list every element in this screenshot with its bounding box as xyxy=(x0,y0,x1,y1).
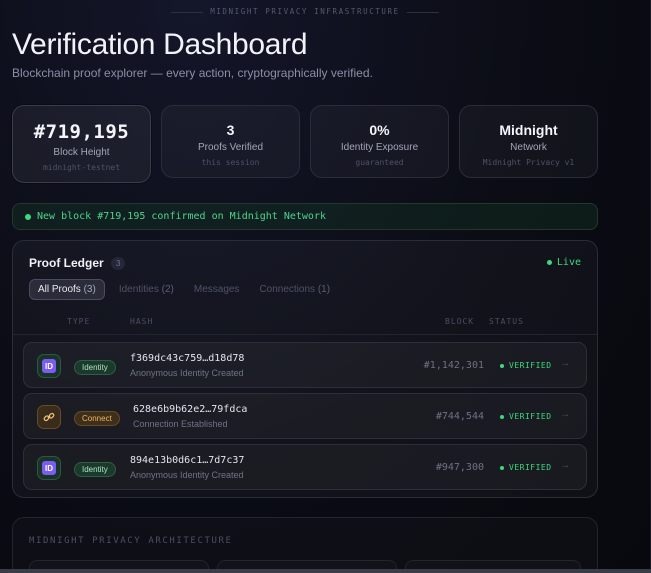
tab-label: All Proofs xyxy=(38,284,81,295)
table-row[interactable]: Connect 628e6b9b62e2…79fdca Connection E… xyxy=(23,393,587,439)
status-text: VERIFIED xyxy=(509,412,552,421)
ledger-tabs: All Proofs (3) Identities (2) Messages C… xyxy=(29,279,350,300)
tab-label: Messages xyxy=(193,284,240,295)
id-icon: ID xyxy=(37,354,61,378)
column-header-type: TYPE xyxy=(67,317,91,326)
ledger-count-badge: 3 xyxy=(111,257,126,270)
table-row[interactable]: ID Identity f369dc43c759…d18d78 Anonymou… xyxy=(23,342,587,388)
eyebrow-label: MIDNIGHT PRIVACY INFRASTRUCTURE xyxy=(0,7,610,16)
column-header-hash: HASH xyxy=(130,317,154,326)
ledger-heading: Proof Ledger 3 xyxy=(29,256,126,270)
status-dot-icon xyxy=(25,213,31,220)
proof-description: Anonymous Identity Created xyxy=(130,368,244,378)
horizontal-scrollbar[interactable] xyxy=(0,569,651,573)
ledger-title: Proof Ledger xyxy=(29,256,104,270)
type-badge: Identity xyxy=(74,360,116,375)
header-divider xyxy=(13,334,597,335)
stat-label: Block Height xyxy=(53,147,110,158)
status-badge: VERIFIED xyxy=(500,361,552,370)
stat-sub: Midnight Privacy v1 xyxy=(482,158,575,167)
link-icon xyxy=(37,405,61,429)
table-row[interactable]: ID Identity 894e13b0d6c1…7d7c37 Anonymou… xyxy=(23,444,587,490)
tab-identities[interactable]: Identities (2) xyxy=(119,284,174,295)
column-header-block: BLOCK xyxy=(445,317,475,326)
stat-sub: this session xyxy=(201,158,260,167)
column-header-status: STATUS xyxy=(489,317,524,326)
arrow-right-icon[interactable]: → xyxy=(560,460,570,471)
proof-ledger-panel: Proof Ledger 3 Live All Proofs (3) Ident… xyxy=(12,240,598,498)
live-dot-icon xyxy=(546,260,552,265)
stat-card-network: Midnight Network Midnight Privacy v1 xyxy=(459,105,598,178)
status-badge: VERIFIED xyxy=(500,463,552,472)
tab-messages[interactable]: Messages xyxy=(194,284,240,295)
tab-label: Connections xyxy=(259,284,316,295)
tab-count: (1) xyxy=(317,284,331,295)
tab-connections[interactable]: Connections (1) xyxy=(259,284,330,295)
status-text: VERIFIED xyxy=(509,361,552,370)
status-badge: VERIFIED xyxy=(500,412,552,421)
stat-label: Network xyxy=(510,142,547,153)
tab-all-proofs[interactable]: All Proofs (3) xyxy=(29,279,105,300)
page-subtitle: Blockchain proof explorer — every action… xyxy=(12,66,373,80)
stat-value: #719,195 xyxy=(33,121,130,143)
page-title: Verification Dashboard xyxy=(12,28,308,61)
stat-card-block-height: #719,195 Block Height midnight-testnet xyxy=(12,105,151,183)
tab-label: Identities xyxy=(118,284,159,295)
architecture-title: MIDNIGHT PRIVACY ARCHITECTURE xyxy=(29,536,233,546)
type-badge: Connect xyxy=(74,411,120,426)
block-number: #1,142,301 xyxy=(423,360,484,371)
proof-description: Anonymous Identity Created xyxy=(130,470,244,480)
proof-description: Connection Established xyxy=(133,419,228,429)
proof-hash: f369dc43c759…d18d78 xyxy=(130,353,245,364)
proof-hash: 894e13b0d6c1…7d7c37 xyxy=(130,455,245,466)
proof-hash: 628e6b9b62e2…79fdca xyxy=(133,404,248,415)
tab-count: (2) xyxy=(161,284,174,295)
stat-card-proofs-verified: 3 Proofs Verified this session xyxy=(161,105,300,178)
tab-count: (3) xyxy=(83,284,96,295)
arrow-right-icon[interactable]: → xyxy=(560,409,570,420)
stat-sub: midnight-testnet xyxy=(42,163,121,172)
stat-label: Proofs Verified xyxy=(197,142,264,153)
stat-value: 3 xyxy=(226,122,235,138)
live-indicator: Live xyxy=(546,257,581,268)
live-label: Live xyxy=(556,257,581,268)
block-number: #947,300 xyxy=(435,462,484,473)
banner-text: New block #719,195 confirmed on Midnight… xyxy=(37,211,326,222)
type-badge: Identity xyxy=(74,462,116,477)
stat-sub: guaranteed xyxy=(355,158,404,167)
stat-value: Midnight xyxy=(499,122,558,138)
new-block-banner: New block #719,195 confirmed on Midnight… xyxy=(12,203,598,230)
stat-card-identity-exposure: 0% Identity Exposure guaranteed xyxy=(310,105,449,178)
architecture-panel: MIDNIGHT PRIVACY ARCHITECTURE xyxy=(12,517,598,573)
arrow-right-icon[interactable]: → xyxy=(560,358,570,369)
status-text: VERIFIED xyxy=(509,463,552,472)
stat-label: Identity Exposure xyxy=(340,142,419,153)
block-number: #744,544 xyxy=(435,411,484,422)
stat-value: 0% xyxy=(369,122,390,138)
id-icon: ID xyxy=(37,456,61,480)
